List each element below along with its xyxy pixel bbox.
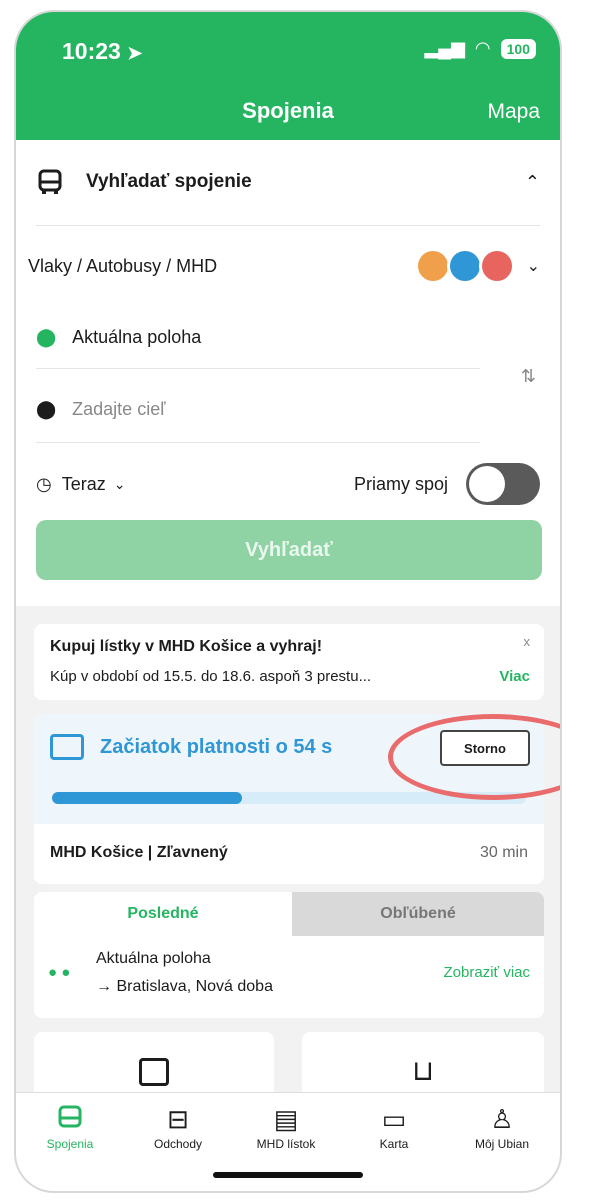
tram-icon xyxy=(478,248,515,284)
bus-icon xyxy=(20,1101,120,1137)
cart-icon: ⊔ xyxy=(412,1055,434,1086)
location-pin-green-icon: ⬤ xyxy=(36,326,57,347)
nav-label: Odchody xyxy=(153,1137,203,1151)
divider xyxy=(36,442,480,443)
bus-icon xyxy=(36,168,64,196)
status-time: 10:23 ➤ xyxy=(62,38,142,65)
search-section-title: Vyhľadať spojenie xyxy=(86,171,252,192)
search-panel: Vyhľadať spojenie ⌃ Vlaky / Autobusy / M… xyxy=(16,140,560,606)
swap-icon[interactable]: ⇅ xyxy=(521,366,536,387)
tab-recent[interactable]: Posledné xyxy=(34,892,292,936)
ticket-name: MHD Košice | Zľavnený xyxy=(50,844,228,861)
bus-mode-icon xyxy=(446,248,483,284)
nav-label: Karta xyxy=(379,1137,409,1151)
search-section-header[interactable]: Vyhľadať spojenie ⌃ xyxy=(36,164,540,200)
promo-more-link[interactable]: Viac xyxy=(499,668,530,685)
time-text: 10:23 xyxy=(62,38,121,64)
from-value: Aktuálna poloha xyxy=(72,326,202,347)
transport-mode-selector[interactable]: Vlaky / Autobusy / MHD ⌄ xyxy=(28,244,540,288)
home-indicator xyxy=(213,1172,363,1178)
chevron-down-icon[interactable]: ⌄ xyxy=(527,256,540,276)
phone-frame: 10:23 ➤ ▂▄▆ ◠ 100 Spojenia Mapa Vyhľadať… xyxy=(14,10,562,1193)
divider xyxy=(36,225,540,226)
tab-favorites[interactable]: Obľúbené xyxy=(292,892,544,936)
status-indicators: ▂▄▆ ◠ 100 xyxy=(424,38,536,59)
promo-banner[interactable]: Kupuj lístky v MHD Košice a vyhraj! x Kú… xyxy=(34,624,544,700)
history-item-from: Aktuálna poloha xyxy=(96,950,211,967)
location-pin-icon: ⬤ xyxy=(36,398,57,419)
signal-icon: ▂▄▆ xyxy=(424,38,465,58)
promo-title: Kupuj lístky v MHD Košice a vyhraj! xyxy=(50,638,323,655)
nav-moj-ubian[interactable]: ♙ Môj Ubian xyxy=(452,1101,552,1152)
toggle-knob xyxy=(469,466,505,502)
to-placeholder: Zadajte cieľ xyxy=(72,398,166,419)
time-selector[interactable]: Teraz xyxy=(62,474,106,495)
ticket-icon: ▤ xyxy=(273,1103,299,1134)
battery-icon: 100 xyxy=(500,38,536,59)
ticket-progress-fill xyxy=(52,792,242,804)
ticket-status: Začiatok platnosti o 54 s xyxy=(100,736,333,758)
transport-modes-label: Vlaky / Autobusy / MHD xyxy=(28,255,218,276)
ticket-details: MHD Košice | Zľavnený 30 min xyxy=(34,824,544,884)
calendar-icon xyxy=(139,1058,169,1086)
user-icon: ♙ xyxy=(490,1103,514,1134)
promo-close-icon[interactable]: x xyxy=(524,634,531,649)
clock-icon: ◷ xyxy=(36,473,52,494)
route-pins-icon: ● ● xyxy=(48,964,71,981)
nav-label: Môj Ubian xyxy=(474,1137,530,1151)
to-field[interactable]: ⬤ Zadajte cieľ xyxy=(36,392,480,426)
history-card: Posledné Obľúbené ● ● Aktuálna poloha → … xyxy=(34,892,544,1018)
departures-icon: ⊟ xyxy=(167,1103,189,1134)
nav-odchody[interactable]: ⊟ Odchody xyxy=(128,1101,228,1152)
transport-icons xyxy=(414,248,515,284)
card-icon: ▭ xyxy=(381,1103,407,1134)
direct-label: Priamy spoj xyxy=(353,473,448,494)
nav-label: MHD lístok xyxy=(256,1137,316,1151)
history-item[interactable]: ● ● Aktuálna poloha → Bratislava, Nová d… xyxy=(34,936,544,1018)
search-button[interactable]: Vyhľadať xyxy=(36,520,542,580)
map-link[interactable]: Mapa xyxy=(487,100,540,124)
direct-toggle[interactable] xyxy=(466,463,540,505)
history-item-to: → Bratislava, Nová doba xyxy=(96,978,273,995)
ticket-duration: 30 min xyxy=(479,844,528,861)
train-icon xyxy=(414,248,451,284)
location-arrow-icon: ➤ xyxy=(127,43,143,63)
app-header: 10:23 ➤ ▂▄▆ ◠ 100 Spojenia Mapa xyxy=(16,12,560,140)
nav-mhd-listok[interactable]: ▤ MHD lístok xyxy=(236,1101,336,1152)
time-and-direct-row: ◷ Teraz ⌄ Priamy spoj xyxy=(36,462,540,506)
show-more-link[interactable]: Zobraziť viac xyxy=(444,964,530,981)
divider xyxy=(36,368,480,369)
promo-text: Kúp v období od 15.5. do 18.6. aspoň 3 p… xyxy=(50,668,372,685)
wifi-icon: ◠ xyxy=(474,38,491,58)
nav-label: Spojenia xyxy=(46,1137,94,1151)
from-field[interactable]: ⬤ Aktuálna poloha xyxy=(36,320,480,354)
nav-karta[interactable]: ▭ Karta xyxy=(344,1101,444,1152)
page-title: Spojenia xyxy=(242,98,334,123)
nav-spojenia[interactable]: Spojenia xyxy=(20,1101,120,1151)
time-chevron-down-icon[interactable]: ⌄ xyxy=(114,476,126,493)
chevron-up-icon[interactable]: ⌃ xyxy=(525,172,540,193)
ticket-icon xyxy=(50,734,84,760)
